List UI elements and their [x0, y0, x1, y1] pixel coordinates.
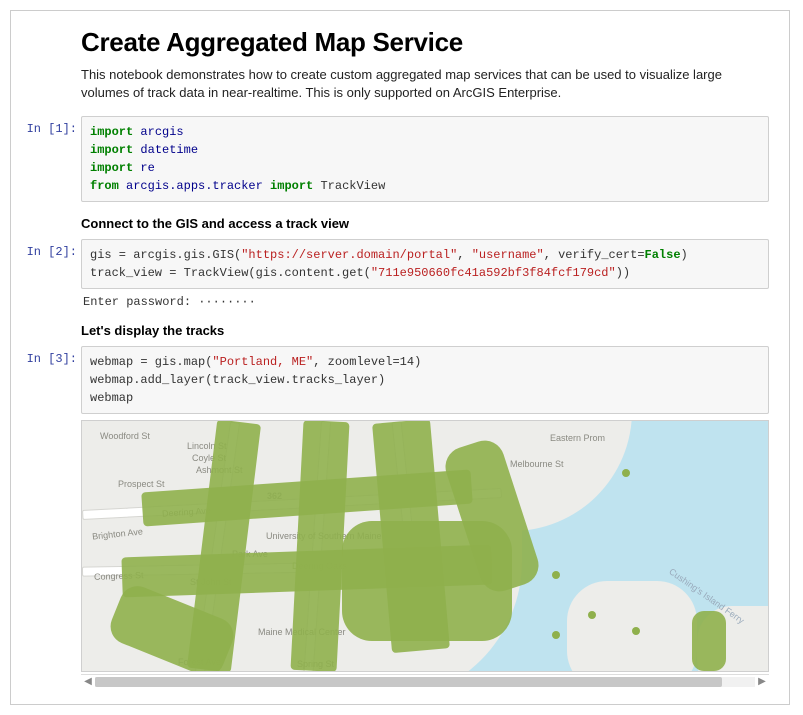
- cell-prompt: In [3]:: [19, 352, 77, 366]
- page-title: Create Aggregated Map Service: [81, 27, 769, 58]
- track-overlay: [692, 611, 726, 671]
- road-label: Woodford St: [100, 431, 150, 441]
- scroll-left-icon[interactable]: ◀: [81, 676, 95, 687]
- section-header: Connect to the GIS and access a track vi…: [81, 216, 769, 231]
- notebook-page: Create Aggregated Map Service This noteb…: [10, 10, 790, 705]
- code-text: gis = arcgis.gis.GIS(: [90, 248, 241, 262]
- scroll-track[interactable]: [95, 677, 755, 687]
- map-land: [567, 581, 697, 672]
- code-cell-3: In [3]: webmap = gis.map("Portland, ME",…: [81, 346, 769, 688]
- cell-prompt: In [1]:: [19, 122, 77, 136]
- str-user: "username": [472, 248, 544, 262]
- code-text: track_view = TrackView(gis.content.get(: [90, 266, 371, 280]
- code-text: , zoomlevel=14): [313, 355, 421, 369]
- code-text: )): [616, 266, 630, 280]
- code-cell-2: In [2]: gis = arcgis.gis.GIS("https://se…: [81, 239, 769, 309]
- code-cell-1: In [1]: import arcgis import datetime im…: [81, 116, 769, 202]
- str-id: "711e950660fc41a592bf3f84fcf179cd": [371, 266, 616, 280]
- code-text: ,: [457, 248, 471, 262]
- mod-re: re: [140, 161, 154, 175]
- str-portland: "Portland, ME": [212, 355, 313, 369]
- road-label: Melbourne St: [510, 459, 564, 469]
- code-text: , verify_cert=: [544, 248, 645, 262]
- kw-import: import: [90, 125, 133, 139]
- cls-trackview: TrackView: [320, 179, 385, 193]
- scroll-thumb[interactable]: [95, 677, 722, 687]
- code-text: ): [681, 248, 688, 262]
- code-input[interactable]: import arcgis import datetime import re …: [81, 116, 769, 202]
- mod-datetime: datetime: [140, 143, 198, 157]
- bool-false: False: [645, 248, 681, 262]
- section-header: Let's display the tracks: [81, 323, 769, 338]
- str-portal: "https://server.domain/portal": [241, 248, 457, 262]
- kw-import: import: [270, 179, 313, 193]
- code-input[interactable]: gis = arcgis.gis.GIS("https://server.dom…: [81, 239, 769, 289]
- cell-output: Enter password: ········: [81, 289, 769, 309]
- code-text: webmap: [90, 391, 133, 405]
- code-text: webmap.add_layer(track_view.tracks_layer…: [90, 373, 385, 387]
- scroll-right-icon[interactable]: ▶: [755, 676, 769, 687]
- kw-import: import: [90, 143, 133, 157]
- kw-import: import: [90, 161, 133, 175]
- code-text: webmap = gis.map(: [90, 355, 212, 369]
- map-widget[interactable]: Woodford St Lincoln St Coyle St Ashmont …: [81, 420, 769, 672]
- road-label: Eastern Prom: [550, 433, 605, 443]
- code-input[interactable]: webmap = gis.map("Portland, ME", zoomlev…: [81, 346, 769, 414]
- kw-from: from: [90, 179, 119, 193]
- mod-tracker: arcgis.apps.tracker: [126, 179, 263, 193]
- horizontal-scrollbar[interactable]: ◀ ▶: [81, 674, 769, 688]
- cell-prompt: In [2]:: [19, 245, 77, 259]
- mod-arcgis: arcgis: [140, 125, 183, 139]
- notebook-content: Create Aggregated Map Service This noteb…: [21, 27, 779, 688]
- intro-text: This notebook demonstrates how to create…: [81, 66, 769, 102]
- road-label: Prospect St: [118, 479, 165, 489]
